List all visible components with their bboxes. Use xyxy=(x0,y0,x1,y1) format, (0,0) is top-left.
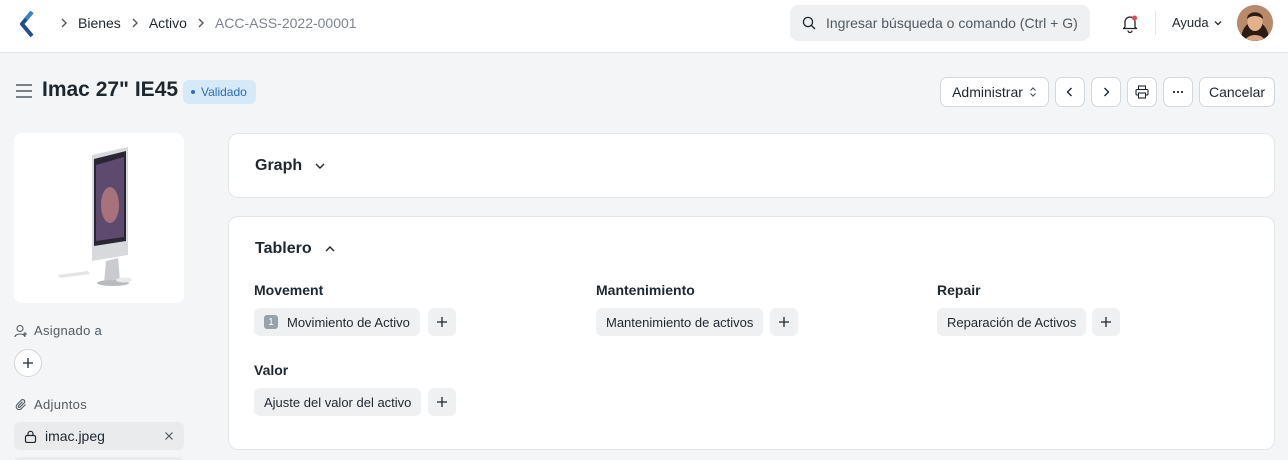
ellipsis-icon xyxy=(1172,90,1184,94)
manage-label: Administrar xyxy=(952,84,1023,100)
search-input[interactable]: Ingresar búsqueda o comando (Ctrl + G) xyxy=(790,5,1090,41)
sidebar: Asignado a Adjuntos imac.jpeg xyxy=(14,133,184,460)
status-badge: Validado xyxy=(183,80,256,104)
page-header: Imac 27" IE45 Validado Administrar Cance… xyxy=(0,54,1288,128)
dashboard-title: Tablero xyxy=(255,240,312,257)
link-label: Ajuste del valor del activo xyxy=(264,394,412,410)
link-ajuste-del-valor-del-activo[interactable]: Ajuste del valor del activo xyxy=(254,388,422,416)
chevron-down-icon xyxy=(315,163,325,169)
plus-icon xyxy=(779,317,789,327)
link-movimiento-de-activo[interactable]: 1 Movimiento de Activo xyxy=(254,308,420,336)
status-dot xyxy=(191,90,195,94)
previous-button[interactable] xyxy=(1055,77,1085,107)
status-label: Validado xyxy=(201,85,247,99)
breadcrumb: Bienes Activo ACC-ASS-2022-00001 xyxy=(50,0,357,45)
plus-icon xyxy=(23,358,33,368)
chevron-up-icon xyxy=(325,246,335,252)
more-actions-button[interactable] xyxy=(1163,77,1193,107)
search-icon xyxy=(802,16,816,30)
print-button[interactable] xyxy=(1127,77,1157,107)
printer-icon xyxy=(1135,85,1149,99)
attachments-label: Adjuntos xyxy=(34,397,87,412)
dashboard-toggle[interactable]: Tablero xyxy=(255,240,336,258)
page-title: Imac 27" IE45 xyxy=(42,78,179,101)
breadcrumb-activo[interactable]: Activo xyxy=(149,15,187,31)
close-icon[interactable] xyxy=(164,431,174,441)
chevron-down-icon xyxy=(1214,20,1222,25)
add-value-adjustment-button[interactable] xyxy=(428,388,456,416)
sort-icon xyxy=(1029,87,1036,97)
link-reparacion-de-activos[interactable]: Reparación de Activos xyxy=(937,308,1087,336)
chevron-right-icon xyxy=(1104,87,1110,97)
group-label-mantenimiento: Mantenimiento xyxy=(596,282,695,298)
plus-icon xyxy=(437,317,447,327)
user-icon xyxy=(14,324,27,337)
navbar: Bienes Activo ACC-ASS-2022-00001 Ingresa… xyxy=(0,0,1288,53)
imac-image xyxy=(58,147,132,286)
breadcrumb-current[interactable]: ACC-ASS-2022-00001 xyxy=(215,15,357,31)
chevron-right-icon xyxy=(195,17,207,29)
bell-icon[interactable] xyxy=(1120,13,1140,33)
asset-image[interactable] xyxy=(14,133,184,303)
next-button[interactable] xyxy=(1091,77,1121,107)
app-logo-icon[interactable] xyxy=(18,10,38,38)
graph-section: Graph xyxy=(228,133,1275,198)
chevron-right-icon xyxy=(129,17,141,29)
sidebar-toggle-icon[interactable] xyxy=(15,83,33,99)
add-movement-button[interactable] xyxy=(428,308,456,336)
group-label-valor: Valor xyxy=(254,362,289,378)
search-placeholder: Ingresar búsqueda o comando (Ctrl + G) xyxy=(826,15,1078,31)
cancel-button[interactable]: Cancelar xyxy=(1199,77,1275,107)
add-maintenance-button[interactable] xyxy=(770,308,798,336)
manage-button[interactable]: Administrar xyxy=(940,77,1049,107)
divider xyxy=(1155,11,1156,35)
link-label: Reparación de Activos xyxy=(947,314,1077,330)
avatar[interactable] xyxy=(1237,5,1273,41)
graph-title: Graph xyxy=(255,157,303,174)
plus-icon xyxy=(437,397,447,407)
paperclip-icon xyxy=(15,398,26,410)
assigned-to-section: Asignado a xyxy=(14,323,102,338)
add-assignee-button[interactable] xyxy=(14,349,42,377)
assigned-to-label: Asignado a xyxy=(34,323,103,338)
attachment-item[interactable]: imac.jpeg xyxy=(14,422,184,450)
group-label-movement: Movement xyxy=(254,282,324,298)
lock-icon xyxy=(24,430,37,443)
chevron-right-icon xyxy=(58,17,70,29)
graph-toggle[interactable]: Graph xyxy=(255,157,326,175)
attachments-section: Adjuntos xyxy=(14,397,87,412)
breadcrumb-bienes[interactable]: Bienes xyxy=(78,15,121,31)
count-badge: 1 xyxy=(264,315,278,329)
help-label: Ayuda xyxy=(1172,15,1209,30)
link-label: Mantenimiento de activos xyxy=(606,314,754,330)
plus-icon xyxy=(1101,317,1111,327)
link-mantenimiento-de-activos[interactable]: Mantenimiento de activos xyxy=(596,308,764,336)
add-repair-button[interactable] xyxy=(1092,308,1120,336)
dashboard-section: Tablero Movement 1 Movimiento de Activo … xyxy=(228,216,1275,450)
attachment-name: imac.jpeg xyxy=(45,428,105,444)
link-label: Movimiento de Activo xyxy=(287,314,410,330)
group-label-repair: Repair xyxy=(937,282,981,298)
chevron-left-icon xyxy=(1066,87,1072,97)
help-menu[interactable]: Ayuda xyxy=(1172,0,1223,45)
